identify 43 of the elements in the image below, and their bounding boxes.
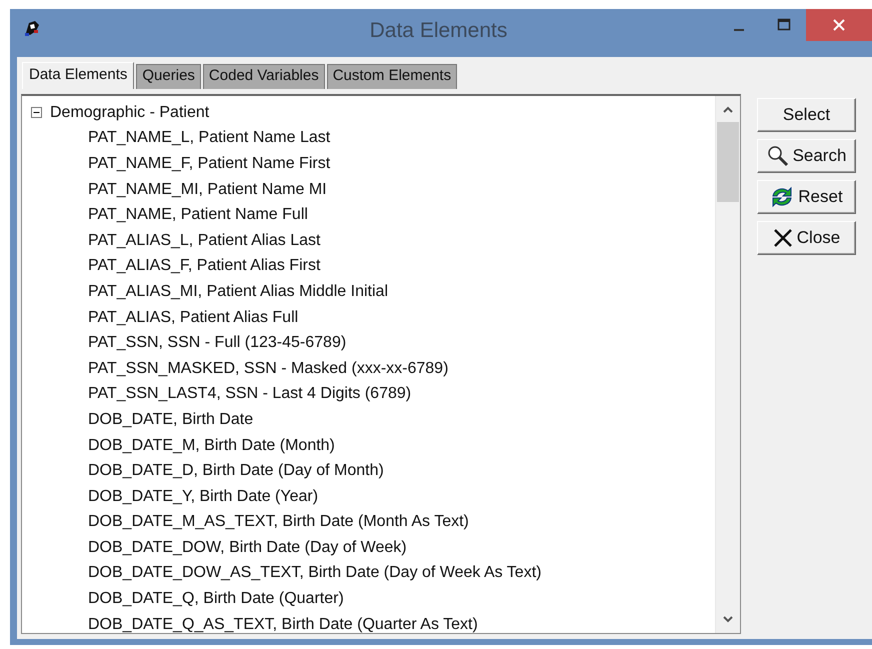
close-button[interactable]: Close — [757, 221, 856, 255]
tree-item[interactable]: PAT_SSN_MASKED, SSN - Masked (xxx-xx-6789) — [88, 360, 448, 378]
tree-item[interactable]: PAT_ALIAS_F, Patient Alias First — [88, 257, 320, 276]
tree-item[interactable]: PAT_NAME_MI, Patient Name MI — [88, 180, 327, 199]
tree-item[interactable]: PAT_NAME_F, Patient Name First — [88, 154, 330, 173]
scroll-up-icon[interactable] — [722, 105, 734, 113]
tree-item[interactable]: DOB_DATE_M, Birth Date (Month) — [88, 436, 335, 455]
close-icon — [832, 18, 846, 32]
tree-item[interactable]: DOB_DATE_Q_AS_TEXT, Birth Date (Quarter As Text) — [88, 616, 478, 633]
search-button[interactable]: Search — [757, 139, 856, 173]
tree-item[interactable]: DOB_DATE_D, Birth Date (Day of Month) — [88, 462, 384, 480]
tab[interactable]: Queries — [136, 64, 201, 89]
select-button[interactable]: Select — [757, 98, 856, 132]
app-icon — [23, 19, 41, 37]
refresh-icon — [770, 186, 794, 208]
tree-item[interactable]: PAT_ALIAS, Patient Alias Full — [88, 308, 298, 327]
scroll-thumb[interactable] — [717, 122, 739, 202]
tree-item[interactable]: DOB_DATE_Y, Birth Date (Year) — [88, 488, 318, 506]
reset-button[interactable]: Reset — [757, 180, 856, 214]
tree-item[interactable]: PAT_NAME, Patient Name Full — [88, 206, 308, 224]
tab[interactable]: Data Elements — [22, 62, 134, 89]
tree-item[interactable]: PAT_NAME_L, Patient Name Last — [88, 129, 330, 148]
scroll-down-icon[interactable] — [722, 616, 734, 624]
close-icon — [772, 228, 793, 248]
tree-item[interactable]: PAT_ALIAS_MI, Patient Alias Middle Initial — [88, 282, 388, 301]
tree-item[interactable]: DOB_DATE_DOW, Birth Date (Day of Week) — [88, 538, 407, 557]
tree-item[interactable]: PAT_SSN_LAST4, SSN - Last 4 Digits (6789) — [88, 385, 412, 404]
window-title: Data Elements — [370, 19, 508, 43]
tab[interactable]: Coded Variables — [202, 64, 325, 89]
tree-item[interactable]: DOB_DATE_M_AS_TEXT, Birth Date (Month As Text) — [88, 513, 469, 532]
tree-item[interactable]: PAT_ALIAS_L, Patient Alias Last — [88, 232, 320, 250]
tree-item[interactable]: DOB_DATE_Q, Birth Date (Quarter) — [88, 590, 344, 608]
tree-item[interactable]: DOB_DATE, Birth Date — [88, 410, 254, 429]
close-button[interactable] — [806, 9, 872, 41]
tab[interactable]: Custom Elements — [326, 64, 458, 89]
tree-item[interactable]: DOB_DATE_DOW_AS_TEXT, Birth Date (Day of Week As Text) — [88, 564, 542, 582]
collapse-icon[interactable] — [31, 107, 42, 118]
tree-node[interactable]: Demographic - Patient — [50, 104, 210, 122]
scrollbar[interactable] — [715, 96, 740, 633]
tree-item[interactable]: PAT_SSN, SSN - Full (123-45-6789) — [88, 334, 346, 352]
maximize-icon — [776, 18, 790, 32]
search-icon — [766, 145, 789, 167]
minimize-icon — [734, 29, 744, 31]
